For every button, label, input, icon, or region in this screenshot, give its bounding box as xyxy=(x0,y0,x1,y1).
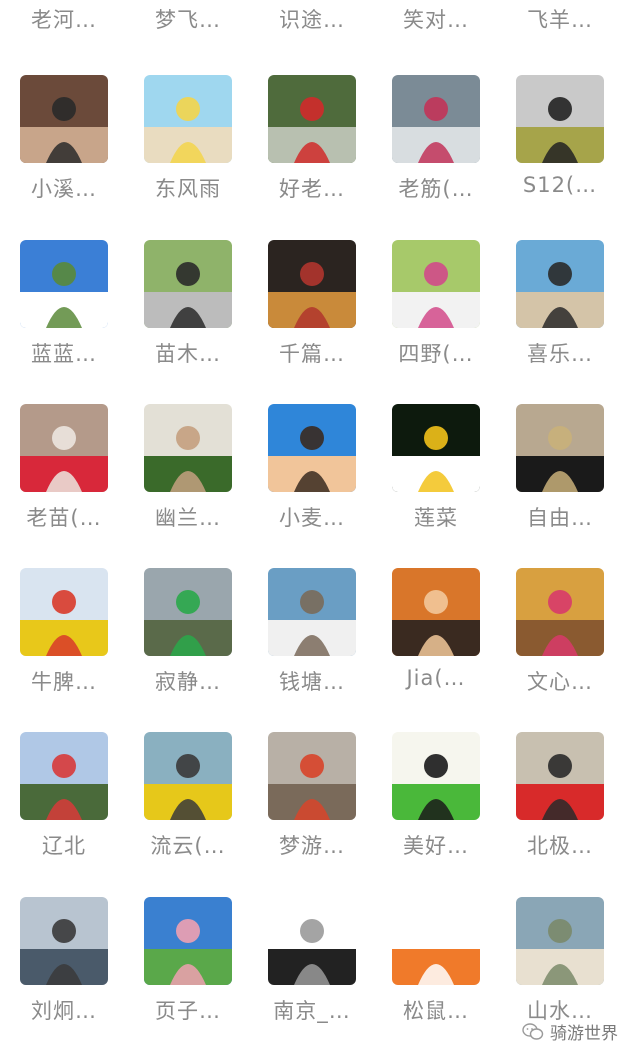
contact-name: 南京_… xyxy=(273,999,351,1023)
contact-name: 寂静… xyxy=(155,670,221,694)
contact-item[interactable]: 小麦… xyxy=(250,404,374,554)
contact-name: 莲菜 xyxy=(414,506,458,530)
avatar-cartoon-squirrel-icon xyxy=(392,897,480,985)
contact-item[interactable]: 四野(… xyxy=(374,240,498,390)
contact-item[interactable]: 千篇… xyxy=(250,240,374,390)
contact-name: 梦游… xyxy=(279,834,345,858)
contact-item[interactable]: 莲菜 xyxy=(374,404,498,554)
contact-item[interactable]: 北极… xyxy=(498,732,622,882)
contact-item[interactable]: 小溪… xyxy=(2,75,126,225)
contact-item[interactable]: 南京_… xyxy=(250,897,374,1047)
contact-name: 笑对… xyxy=(403,8,469,32)
avatar-photo-man-beach-icon xyxy=(268,568,356,656)
contact-item[interactable]: 钱塘… xyxy=(250,568,374,718)
contact-item[interactable]: 页子… xyxy=(126,897,250,1047)
contact-item[interactable]: 喜乐… xyxy=(498,240,622,390)
contact-name: 好老… xyxy=(279,177,345,201)
watermark-text: 骑游世界 xyxy=(550,1024,618,1044)
contact-item[interactable]: 辽北 xyxy=(2,732,126,882)
avatar-photo-red-bike-icon xyxy=(20,404,108,492)
contact-name: 识途… xyxy=(279,8,345,32)
contact-item[interactable]: 文心… xyxy=(498,568,622,718)
contact-item[interactable]: 松鼠… xyxy=(374,897,498,1047)
contact-item[interactable]: Jia(… xyxy=(374,568,498,718)
contact-name: 文心… xyxy=(527,670,593,694)
avatar-photo-cyclist-monument-icon xyxy=(144,240,232,328)
avatar-photo-house-lake-icon xyxy=(516,897,604,985)
contact-item[interactable]: 苗木… xyxy=(126,240,250,390)
contact-item[interactable]: 牛脾… xyxy=(2,568,126,718)
contact-item[interactable]: 好老… xyxy=(250,75,374,225)
contact-name: 老河… xyxy=(31,8,97,32)
avatar-photo-flowers-sky-icon xyxy=(144,897,232,985)
contact-item[interactable]: 幽兰… xyxy=(126,404,250,554)
avatar-lotus-flower-icon xyxy=(392,404,480,492)
contact-name: 苗木… xyxy=(155,342,221,366)
contact-item[interactable]: S12(… xyxy=(498,75,622,225)
contact-name: 页子… xyxy=(155,999,221,1023)
contact-item[interactable]: 自由… xyxy=(498,404,622,554)
avatar-photo-cyclist-field-icon xyxy=(516,75,604,163)
contact-name: 流云(… xyxy=(150,834,226,858)
contact-name: 辽北 xyxy=(42,834,86,858)
contacts-grid: 老河… 梦飞… 识途… 笑对… 飞羊… 小溪… 东风雨 好老… 老筋(… S12(… 蓝蓝… 苗木… 千… xyxy=(0,0,640,1058)
contact-name: 四野(… xyxy=(398,342,474,366)
contact-item[interactable]: 寂静… xyxy=(126,568,250,718)
contact-name: S12(… xyxy=(522,173,598,197)
contact-name: 老苗(… xyxy=(26,506,102,530)
avatar-photo-man-flute-icon xyxy=(516,404,604,492)
contact-item[interactable]: 老苗(… xyxy=(2,404,126,554)
avatar-cartoon-boy-glasses-icon xyxy=(268,404,356,492)
avatar-photo-autumn-trees-icon xyxy=(516,568,604,656)
wechat-icon xyxy=(522,1022,544,1041)
avatar-photo-cyclist-silhouette-icon xyxy=(268,897,356,985)
avatar-photo-cyclist-river-icon xyxy=(144,732,232,820)
contact-name: 刘炯… xyxy=(31,999,97,1023)
contact-name: 小麦… xyxy=(279,506,345,530)
avatar-photo-group-field-icon xyxy=(20,732,108,820)
contact-item[interactable]: 美好… xyxy=(374,732,498,882)
avatar-photo-great-wall-icon xyxy=(20,240,108,328)
avatar-photo-woman-tree-icon xyxy=(144,404,232,492)
contact-name: 梦飞… xyxy=(155,8,221,32)
contact-item[interactable]: 老筋(… xyxy=(374,75,498,225)
avatar-photo-man-hat-icon xyxy=(268,240,356,328)
contact-name: 钱塘… xyxy=(279,670,345,694)
contact-name: 美好… xyxy=(403,834,469,858)
contact-name: 东风雨 xyxy=(155,177,221,201)
contact-name: 牛脾… xyxy=(31,670,97,694)
contact-name: 飞羊… xyxy=(527,8,593,32)
avatar-photo-woman-sea-icon xyxy=(516,240,604,328)
contact-name: Jia(… xyxy=(406,666,466,690)
avatar-photo-bridge-river-icon xyxy=(20,897,108,985)
avatar-photo-hiker-rocks-icon xyxy=(392,75,480,163)
contact-item[interactable]: 流云(… xyxy=(126,732,250,882)
contact-item[interactable]: 梦游… xyxy=(250,732,374,882)
avatar-photo-woman-red-wall-icon xyxy=(516,732,604,820)
contact-name: 老筋(… xyxy=(398,177,474,201)
contact-item[interactable]: 东风雨 xyxy=(126,75,250,225)
contact-name: 北极… xyxy=(527,834,593,858)
avatar-photo-photographer-sunset-icon xyxy=(392,568,480,656)
contact-name: 自由… xyxy=(527,506,593,530)
avatar-photo-cyclist-flowers-icon xyxy=(20,568,108,656)
avatar-photo-cyclists-road-icon xyxy=(144,568,232,656)
avatar-photo-cyclist-canyon-icon xyxy=(268,732,356,820)
avatar-photo-person-shop-icon xyxy=(20,75,108,163)
contact-item[interactable]: 刘炯… xyxy=(2,897,126,1047)
contact-name: 千篇… xyxy=(279,342,345,366)
avatar-photo-beach-icon xyxy=(144,75,232,163)
avatar-photo-man-sitting-park-icon xyxy=(392,240,480,328)
avatar-photo-hiker-mountain-icon xyxy=(268,75,356,163)
contact-name: 松鼠… xyxy=(403,999,469,1023)
contact-name: 幽兰… xyxy=(155,506,221,530)
watermark: 骑游世界 xyxy=(522,1019,618,1044)
contact-item[interactable]: 蓝蓝… xyxy=(2,240,126,390)
avatar-lotus-leaf-art-icon xyxy=(392,732,480,820)
contact-name: 小溪… xyxy=(31,177,97,201)
contact-name: 蓝蓝… xyxy=(31,342,97,366)
contact-name: 喜乐… xyxy=(527,342,593,366)
